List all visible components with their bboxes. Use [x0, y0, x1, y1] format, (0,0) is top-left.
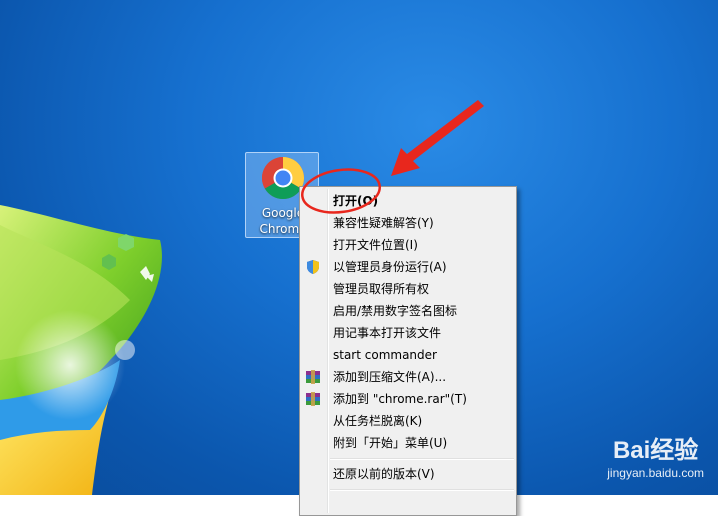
uac-shield-icon — [307, 260, 319, 274]
menu-item-add-to-archive[interactable]: 添加到压缩文件(A)... — [302, 366, 514, 388]
context-menu: 打开(O) 兼容性疑难解答(Y) 打开文件位置(I) 以管理员身份运行(A) 管… — [299, 186, 517, 516]
menu-item-open-file-location[interactable]: 打开文件位置(I) — [302, 234, 514, 256]
menu-item-open-with-notepad[interactable]: 用记事本打开该文件 — [302, 322, 514, 344]
winrar-icon — [306, 370, 320, 384]
menu-item-start-commander[interactable]: start commander — [302, 344, 514, 366]
menu-item-troubleshoot-compatibility[interactable]: 兼容性疑难解答(Y) — [302, 212, 514, 234]
menu-item-run-as-admin[interactable]: 以管理员身份运行(A) — [302, 256, 514, 278]
watermark-logo: Bai经验 — [612, 437, 699, 464]
menu-item-open[interactable]: 打开(O) — [302, 190, 514, 212]
menu-item-take-ownership[interactable]: 管理员取得所有权 — [302, 278, 514, 300]
menu-item-toggle-signature-icon[interactable]: 启用/禁用数字签名图标 — [302, 300, 514, 322]
menu-item-pin-to-start-menu[interactable]: 附到「开始」菜单(U) — [302, 432, 514, 454]
winrar-icon — [306, 392, 320, 406]
menu-item-unpin-from-taskbar[interactable]: 从任务栏脱离(K) — [302, 410, 514, 432]
menu-item-add-to-chrome-rar[interactable]: 添加到 "chrome.rar"(T) — [302, 388, 514, 410]
baidu-jingyan-watermark: Bai经验 jingyan.baidu.com — [607, 437, 704, 481]
menu-item-restore-previous-versions[interactable]: 还原以前的版本(V) — [302, 463, 514, 485]
menu-separator — [330, 489, 514, 491]
watermark-url: jingyan.baidu.com — [607, 466, 704, 480]
menu-separator — [330, 458, 514, 460]
